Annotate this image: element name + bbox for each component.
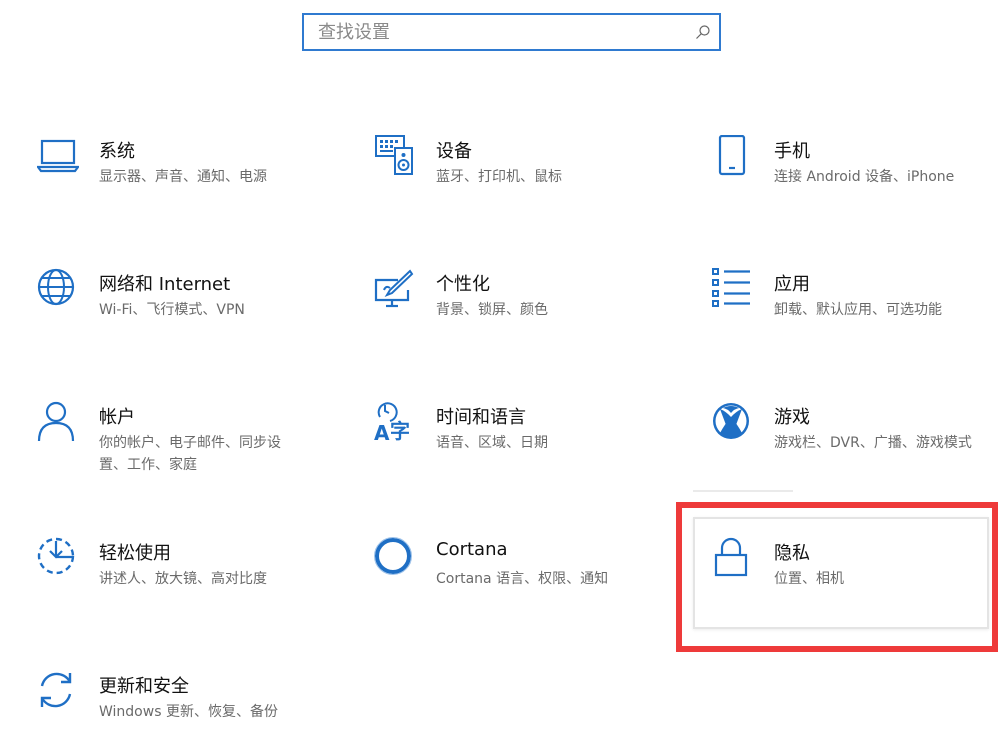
tile-description: Wi-Fi、飞行模式、VPN — [99, 302, 245, 318]
svg-text:字: 字 — [390, 419, 410, 443]
globe-icon — [37, 268, 79, 310]
tile-title: 游戏 — [774, 407, 810, 428]
ease-of-access-icon — [37, 537, 79, 579]
tile-system[interactable]: 系统 显示器、声音、通知、电源 — [37, 135, 337, 215]
tile-title: 网络和 Internet — [99, 274, 231, 295]
tile-description: 你的帐户、电子邮件、同步设置、工作、家庭 — [99, 435, 281, 473]
tile-update-security[interactable]: 更新和安全 Windows 更新、恢复、备份 — [37, 670, 337, 750]
settings-window: 系统 显示器、声音、通知、电源 设备 蓝牙、打印机、鼠标 — [0, 0, 1000, 752]
tile-description: 连接 Android 设备、iPhone — [774, 169, 955, 185]
tile-description: 讲述人、放大镜、高对比度 — [99, 571, 267, 587]
phone-icon — [712, 135, 754, 177]
tile-description: 背景、锁屏、颜色 — [436, 302, 548, 318]
time-language-icon: A 字 — [374, 401, 416, 443]
divider — [693, 490, 793, 492]
personalization-icon — [374, 268, 416, 310]
tile-description: Cortana 语言、权限、通知 — [436, 571, 609, 587]
search-input[interactable] — [304, 15, 698, 49]
cortana-icon — [374, 537, 416, 579]
tile-description: 游戏栏、DVR、广播、游戏模式 — [774, 435, 972, 451]
devices-icon — [374, 135, 416, 177]
tile-description: 显示器、声音、通知、电源 — [99, 169, 267, 185]
tile-title: 轻松使用 — [99, 543, 171, 564]
tile-description: 卸载、默认应用、可选功能 — [774, 302, 942, 318]
laptop-icon — [37, 135, 79, 177]
tile-title: 时间和语言 — [436, 407, 526, 428]
tile-accounts[interactable]: 帐户 你的帐户、电子邮件、同步设置、工作、家庭 — [37, 401, 337, 481]
tile-title: 应用 — [774, 274, 810, 295]
person-icon — [37, 401, 79, 443]
apps-icon — [712, 268, 754, 310]
tile-title: 个性化 — [436, 274, 490, 295]
tile-network[interactable]: 网络和 Internet Wi-Fi、飞行模式、VPN — [37, 268, 337, 348]
tile-title: 设备 — [436, 141, 472, 162]
tile-cortana[interactable]: Cortana Cortana 语言、权限、通知 — [374, 537, 674, 617]
update-icon — [37, 670, 79, 712]
tile-title: 更新和安全 — [99, 676, 189, 697]
highlight-annotation — [676, 502, 998, 652]
tile-time-language[interactable]: A 字 时间和语言 语音、区域、日期 — [374, 401, 674, 481]
tile-title: 手机 — [774, 141, 810, 162]
tile-title: 帐户 — [99, 407, 135, 428]
svg-text:A: A — [374, 421, 390, 443]
tile-title: 系统 — [99, 141, 135, 162]
tile-ease-of-access[interactable]: 轻松使用 讲述人、放大镜、高对比度 — [37, 537, 337, 617]
tile-phone[interactable]: 手机 连接 Android 设备、iPhone — [712, 135, 1000, 215]
tile-description: Windows 更新、恢复、备份 — [99, 704, 278, 720]
tile-title: Cortana — [436, 539, 508, 560]
search-box[interactable] — [302, 13, 721, 51]
tile-gaming[interactable]: 游戏 游戏栏、DVR、广播、游戏模式 — [712, 401, 1000, 481]
search-icon[interactable] — [695, 24, 711, 40]
tile-description: 蓝牙、打印机、鼠标 — [436, 169, 562, 185]
tile-apps[interactable]: 应用 卸载、默认应用、可选功能 — [712, 268, 1000, 348]
xbox-icon — [712, 401, 754, 443]
tile-personalization[interactable]: 个性化 背景、锁屏、颜色 — [374, 268, 674, 348]
tile-description: 语音、区域、日期 — [436, 435, 548, 451]
tile-devices[interactable]: 设备 蓝牙、打印机、鼠标 — [374, 135, 674, 215]
